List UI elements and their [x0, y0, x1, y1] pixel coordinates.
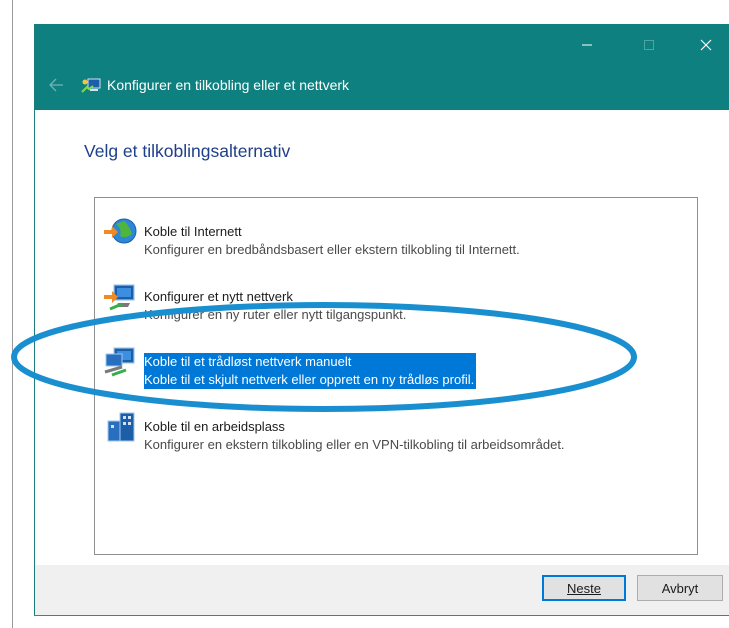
router-network-icon	[104, 284, 135, 311]
option-connect-internet[interactable]: Koble til Internett Konfigurer en bredbå…	[95, 204, 697, 259]
left-border-line	[12, 0, 13, 628]
back-button[interactable]	[41, 70, 71, 100]
back-arrow-icon	[49, 78, 63, 92]
workplace-building-icon	[107, 412, 135, 442]
window-title: Konfigurer en tilkobling eller et nettve…	[107, 77, 350, 93]
dialog-footer: Neste Avbryt	[35, 565, 729, 615]
title-bar: Konfigurer en tilkobling eller et nettve…	[35, 24, 729, 110]
option-description: Konfigurer en ny ruter eller nytt tilgan…	[144, 307, 407, 322]
option-description: Koble til et skjult nettverk eller oppre…	[144, 372, 475, 387]
option-text: Koble til et trådløst nettverk manuelt K…	[144, 353, 477, 389]
option-text: Koble til Internett Konfigurer en bredbå…	[144, 223, 520, 259]
maximize-button[interactable]	[626, 24, 672, 66]
page-heading: Velg et tilkoblingsalternativ	[84, 141, 291, 161]
option-title: Koble til Internett	[144, 224, 242, 239]
option-connect-workplace[interactable]: Koble til en arbeidsplass Konfigurer en …	[95, 399, 697, 454]
minimize-icon	[582, 44, 592, 46]
close-icon	[700, 39, 712, 51]
close-button[interactable]	[683, 24, 729, 66]
option-description: Konfigurer en ekstern tilkobling eller e…	[144, 437, 565, 452]
option-title: Koble til en arbeidsplass	[144, 419, 285, 434]
connection-options-list: Koble til Internett Konfigurer en bredbå…	[94, 197, 698, 555]
next-button-label: Neste	[567, 580, 601, 596]
option-new-network[interactable]: Konfigurer et nytt nettverk Konfigurer e…	[95, 269, 697, 324]
maximize-icon	[644, 40, 654, 50]
network-setup-icon	[81, 78, 101, 93]
minimize-button[interactable]	[564, 24, 610, 66]
next-button[interactable]: Neste	[542, 575, 626, 601]
dialog-window: Konfigurer en tilkobling eller et nettve…	[34, 24, 729, 616]
option-wireless-manual[interactable]: Koble til et trådløst nettverk manuelt K…	[95, 334, 697, 389]
option-title: Konfigurer et nytt nettverk	[144, 289, 293, 304]
cancel-button[interactable]: Avbryt	[637, 575, 723, 601]
option-title: Koble til et trådløst nettverk manuelt	[144, 354, 352, 369]
option-text: Konfigurer et nytt nettverk Konfigurer e…	[144, 288, 406, 324]
option-text: Koble til en arbeidsplass Konfigurer en …	[144, 418, 565, 454]
option-description: Konfigurer en bredbåndsbasert eller ekst…	[144, 242, 520, 257]
globe-network-icon	[104, 218, 137, 244]
wireless-network-icon	[104, 347, 135, 377]
